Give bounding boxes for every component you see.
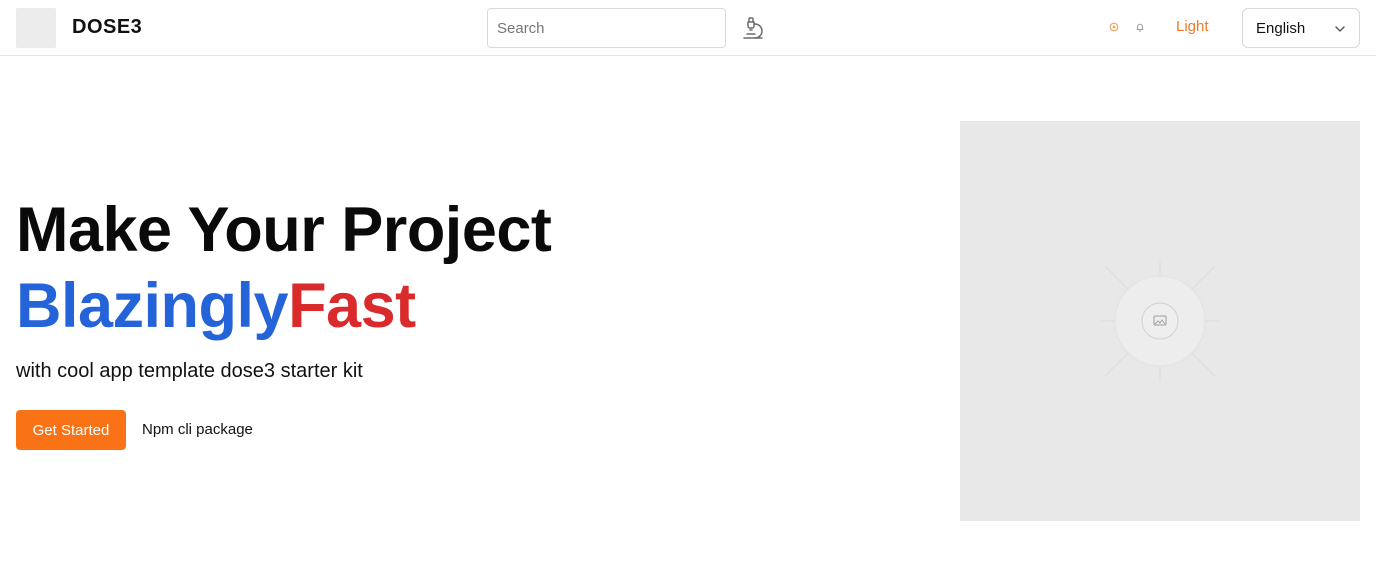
top-navbar: DOSE3 Light English	[0, 0, 1376, 56]
image-placeholder-icon	[1100, 261, 1220, 381]
theme-toggle[interactable]: Light	[1176, 18, 1209, 35]
hero-title-fast: Fast	[288, 271, 416, 341]
hero-subtitle: with cool app template dose3 starter kit	[16, 360, 363, 382]
hero-image-placeholder	[960, 121, 1360, 521]
get-started-button[interactable]: Get Started	[16, 410, 126, 450]
bell-icon[interactable]	[1134, 21, 1146, 33]
sun-icon[interactable]	[1108, 21, 1120, 33]
hero-title-blazingly: Blazingly	[16, 271, 289, 341]
npm-cli-package-link[interactable]: Npm cli package	[142, 421, 253, 438]
search-input[interactable]	[487, 8, 726, 48]
logo-image[interactable]	[16, 8, 56, 48]
language-selected-label: English	[1256, 20, 1306, 37]
hero-title-line2: BlazinglyFast	[16, 270, 416, 342]
brand-name[interactable]: DOSE3	[72, 16, 142, 39]
hero-title-line1: Make Your Project	[16, 195, 552, 265]
chevron-down-icon	[1335, 26, 1345, 32]
microscope-icon[interactable]	[741, 16, 765, 40]
language-select[interactable]: English	[1242, 8, 1360, 48]
